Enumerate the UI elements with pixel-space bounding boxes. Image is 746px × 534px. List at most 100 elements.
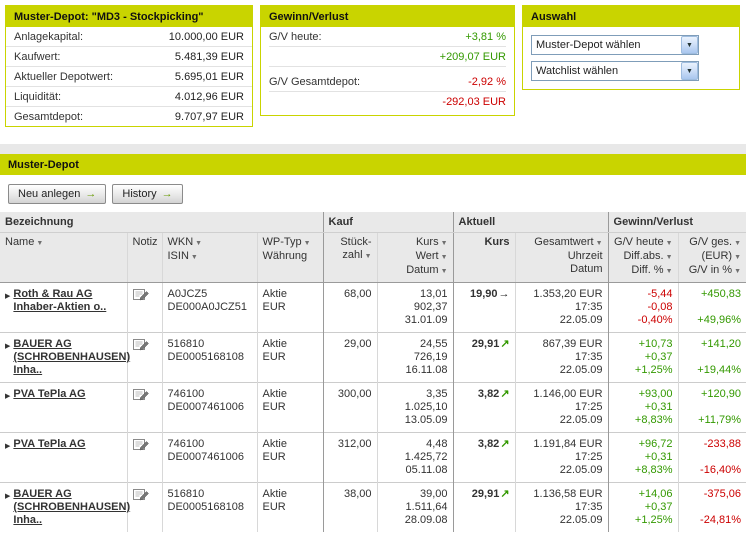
aktuell-kurs-cell: 3,82↗ [453, 383, 515, 433]
column-header-kauf-cell: Kurs▼ Wert▼ Datum▼ [377, 233, 453, 283]
col-header-kauf-kurs[interactable]: Kurs [416, 236, 439, 248]
sort-icon[interactable]: ▼ [666, 268, 673, 275]
section-divider [0, 144, 746, 154]
col-header-gesamtwert[interactable]: Gesamtwert [534, 236, 593, 248]
position-name-link[interactable]: Roth & Rau AG Inhaber-Aktien o.. [13, 288, 121, 314]
expand-icon[interactable]: ▶ [5, 488, 10, 527]
col-header-diff-pct[interactable]: Diff. % [631, 264, 663, 276]
expand-icon[interactable]: ▶ [5, 288, 10, 314]
col-header-gv-ges[interactable]: G/V ges. [689, 236, 732, 248]
kauf-cell: 3,35 1.025,10 13.05.09 [377, 383, 453, 433]
stueckzahl-cell: 68,00 [323, 283, 377, 333]
col-header-isin[interactable]: ISIN [168, 250, 189, 262]
summary-panels: Muster-Depot: "MD3 - Stockpicking" Anlag… [0, 0, 746, 127]
name-cell: ▶ Roth & Rau AG Inhaber-Aktien o.. [0, 283, 127, 333]
col-header-wp-typ[interactable]: WP-Typ [263, 236, 302, 248]
kurs-value: 29,91 [472, 488, 500, 500]
wkn-value: A0JCZ5 [168, 288, 252, 301]
stueckzahl-value: 68,00 [329, 288, 372, 301]
summary-row: Gesamtdepot: 9.707,97 EUR [6, 106, 252, 126]
sort-icon[interactable]: ▼ [596, 240, 603, 247]
sort-icon[interactable]: ▼ [36, 240, 43, 247]
sort-icon[interactable]: ▼ [441, 240, 448, 247]
wkn-isin-cell: 516810 DE0005168108 [162, 333, 257, 383]
sort-icon[interactable]: ▼ [304, 240, 311, 247]
uhrzeit-value: 17:35 [521, 501, 603, 514]
gesamtwert-value: 1.136,58 EUR [521, 488, 603, 501]
waehrung-value: EUR [263, 351, 318, 364]
position-name-link[interactable]: PVA TePla AG [13, 438, 85, 453]
position-name-link[interactable]: PVA TePla AG [13, 388, 85, 403]
summary-row: Anlagekapital: 10.000,00 EUR [6, 27, 252, 46]
kauf-cell: 24,55 726,19 16.11.08 [377, 333, 453, 383]
sort-icon[interactable]: ▼ [191, 254, 198, 261]
notiz-cell [127, 433, 162, 483]
sort-icon[interactable]: ▼ [441, 268, 448, 275]
col-header-name[interactable]: Name [5, 236, 34, 248]
wp-typ-value: Aktie [263, 488, 318, 501]
wkn-value: 746100 [168, 388, 252, 401]
wkn-isin-cell: 516810 DE0005168108 [162, 483, 257, 533]
expand-icon[interactable]: ▶ [5, 438, 10, 453]
gv-heute-value: +96,72 [614, 438, 673, 451]
spacer [684, 451, 742, 464]
col-header-kauf-datum[interactable]: Datum [406, 264, 438, 276]
wkn-isin-cell: A0JCZ5 DE000A0JCZ51 [162, 283, 257, 333]
diff-pct-value: +8,83% [614, 464, 673, 477]
sort-icon[interactable]: ▼ [734, 240, 741, 247]
dropdown-arrow-button[interactable]: ▼ [681, 62, 698, 80]
col-header-wkn[interactable]: WKN [168, 236, 194, 248]
gesamtwert-cell: 1.136,58 EUR 17:35 22.05.09 [515, 483, 608, 533]
toolbar-button[interactable]: History → [112, 184, 182, 204]
sort-icon[interactable]: ▼ [734, 254, 741, 261]
kauf-datum-value: 13.05.09 [383, 414, 448, 427]
gv-heute-cell: +93,00 +0,31 +8,83% [608, 383, 678, 433]
col-header-datum: Datum [570, 263, 602, 275]
trend-arrow-icon: ↗ [500, 388, 509, 400]
gv-ges-cell: -375,06 -24,81% [678, 483, 746, 533]
position-name-link[interactable]: BAUER AG (SCHROBENHAUSEN) Inha.. [13, 338, 130, 377]
expand-icon[interactable]: ▶ [5, 388, 10, 403]
kurs-value: 29,91 [472, 338, 500, 350]
kauf-datum-value: 31.01.09 [383, 314, 448, 327]
col-header-gv-eur[interactable]: (EUR) [702, 250, 733, 262]
col-header-gv-heute[interactable]: G/V heute [614, 236, 664, 248]
group-gewinn-verlust: Gewinn/Verlust [608, 212, 746, 233]
wptyp-cell: Aktie EUR [257, 433, 323, 483]
sort-icon[interactable]: ▼ [666, 254, 673, 261]
note-icon[interactable] [133, 338, 150, 355]
uhrzeit-value: 17:35 [521, 351, 603, 364]
kurs-value: 3,82 [478, 388, 499, 400]
note-icon[interactable] [133, 438, 150, 455]
column-header-stueckzahl-cell: Stück- zahl▼ [323, 233, 377, 283]
wkn-isin-cell: 746100 DE0007461006 [162, 433, 257, 483]
kauf-cell: 39,00 1.511,64 28.09.08 [377, 483, 453, 533]
gv-heute-cell: -5,44 -0,08 -0,40% [608, 283, 678, 333]
gv-row-eur: +209,07 EUR [269, 47, 506, 67]
sort-icon[interactable]: ▼ [666, 240, 673, 247]
toolbar-button[interactable]: Neu anlegen → [8, 184, 106, 204]
expand-icon[interactable]: ▶ [5, 338, 10, 377]
auswahl-panel: Auswahl Muster-Depot wählen ▼ Watchlist … [522, 5, 740, 90]
col-header-diff-abs[interactable]: Diff.abs. [623, 250, 663, 262]
note-icon[interactable] [133, 388, 150, 405]
col-header-stueck-2[interactable]: zahl [342, 249, 362, 261]
sort-icon[interactable]: ▼ [365, 253, 372, 260]
wkn-value: 516810 [168, 488, 252, 501]
sort-icon[interactable]: ▼ [441, 254, 448, 261]
gewinn-verlust-title: Gewinn/Verlust [261, 6, 514, 27]
position-name-link[interactable]: BAUER AG (SCHROBENHAUSEN) Inha.. [13, 488, 130, 527]
chevron-down-icon: ▼ [686, 68, 693, 75]
sort-icon[interactable]: ▼ [734, 268, 741, 275]
col-header-kauf-wert[interactable]: Wert [416, 250, 439, 262]
dropdown-select[interactable]: Muster-Depot wählen ▼ [531, 35, 699, 55]
dropdown-select[interactable]: Watchlist wählen ▼ [531, 61, 699, 81]
spacer [684, 301, 742, 314]
gv-heute-cell: +14,06 +0,37 +1,25% [608, 483, 678, 533]
col-header-stueck-1: Stück- [340, 236, 371, 248]
note-icon[interactable] [133, 288, 150, 305]
col-header-gv-in-pct[interactable]: G/V in % [689, 264, 732, 276]
dropdown-arrow-button[interactable]: ▼ [681, 36, 698, 54]
sort-icon[interactable]: ▼ [195, 240, 202, 247]
note-icon[interactable] [133, 488, 150, 505]
